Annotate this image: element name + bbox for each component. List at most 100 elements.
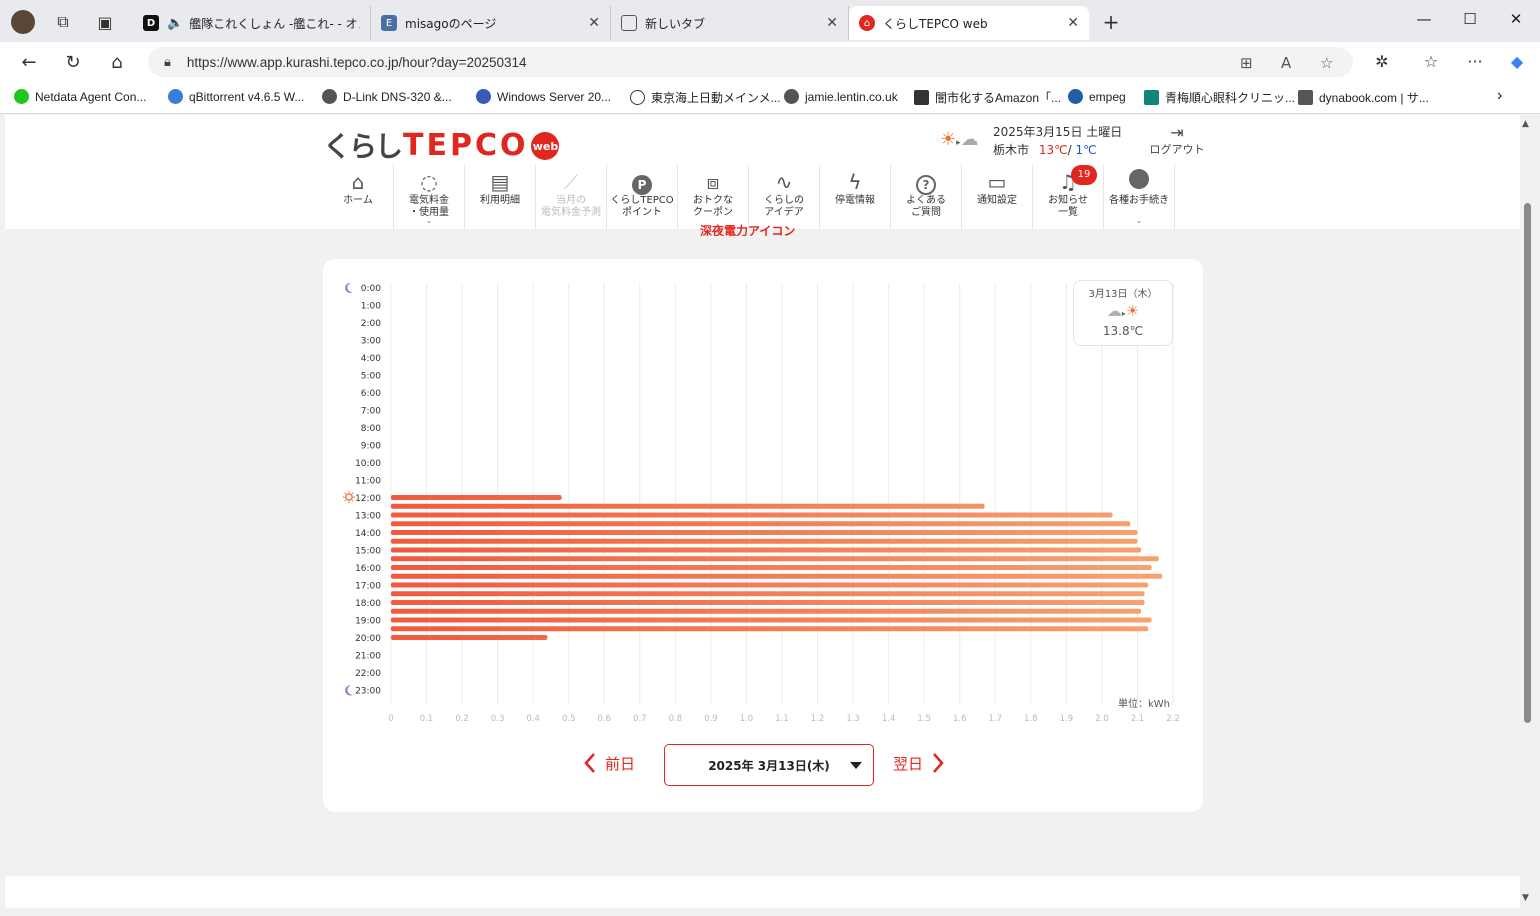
nav-item-user[interactable]: 各種お手続き ⌄ (1104, 165, 1175, 229)
usage-bar[interactable] (391, 608, 1142, 614)
page-scrollbar[interactable]: ▲ ▼ (1520, 115, 1534, 908)
read-aloud-icon[interactable]: A (1281, 54, 1291, 72)
global-nav: ⌂ ホーム ◌ 電気料金 ・使用量 ⌄ ▤ 利用明細 ⟋ 当月の 電気料金予測 P くらしTEPCO ポイ… (323, 165, 1175, 229)
usage-bar[interactable] (391, 503, 985, 509)
y-tick-label: 13:00 (355, 512, 381, 522)
tab-bar: ⧉ ▣ D 🔈 艦隊これくしょん -艦これ- - オン E misagoのページ… (0, 0, 1540, 42)
bookmark-item[interactable]: Netdata Agent Con... (14, 89, 146, 104)
bookmark-item[interactable]: 闇市化するAmazon「... (914, 89, 1061, 106)
speaker-icon[interactable]: 🔈 (167, 16, 183, 31)
nav-item-bell[interactable]: ♫ お知らせ 一覧 19 (1033, 165, 1104, 229)
nav-item-lightbulb[interactable]: ◌ 電気料金 ・使用量 ⌄ (394, 165, 465, 229)
nav-item-idea[interactable]: ∿ くらしの アイデア (749, 165, 820, 229)
nav-item-point[interactable]: P くらしTEPCO ポイント (607, 165, 678, 229)
address-bar[interactable]: 🔒︎ https://www.app.kurashi.tepco.co.jp/h… (148, 47, 1353, 77)
tab-kurashi-tepco[interactable]: ⌂ くらしTEPCO web ✕ (849, 6, 1089, 40)
x-tick-label: 0.9 (704, 714, 718, 724)
sun-icon (343, 491, 355, 503)
reload-icon[interactable]: ↻ (58, 48, 88, 76)
lock-icon[interactable]: 🔒︎ (164, 55, 171, 70)
extensions-icon[interactable]: ✲ (1371, 52, 1393, 71)
bookmark-item[interactable]: empeg (1068, 89, 1126, 104)
nav-label-line2: アイデア (764, 207, 804, 218)
close-icon[interactable]: ✕ (588, 15, 600, 31)
window-close-icon[interactable]: ✕ (1503, 10, 1529, 32)
usage-bar[interactable] (391, 538, 1138, 544)
usage-bar[interactable] (391, 600, 1145, 605)
nav-item-question[interactable]: ? よくある ご質問 (891, 165, 962, 229)
usage-bar[interactable] (391, 635, 548, 640)
close-icon[interactable]: ✕ (826, 15, 838, 31)
home-browser-icon[interactable]: ⌂ (102, 48, 132, 76)
logout-button[interactable]: ⇥ ログアウト (1147, 123, 1207, 157)
minimize-icon[interactable]: — (1411, 10, 1437, 32)
y-tick-label: 18:00 (355, 599, 381, 609)
bookmark-item[interactable]: D-Link DNS-320 &... (322, 89, 452, 104)
caret-down-icon (850, 762, 862, 769)
cloud-icon: ☁ (1106, 302, 1122, 320)
workspaces-icon[interactable]: ⧉ (49, 8, 77, 36)
nav-item-gift[interactable]: ⧈ おトクな クーポン (678, 165, 749, 229)
usage-bar[interactable] (391, 547, 1142, 553)
tab-kancolle[interactable]: D 🔈 艦隊これくしょん -艦これ- - オン (133, 6, 371, 40)
x-tick-label: 2.1 (1131, 714, 1145, 724)
nav-label: ホーム (343, 195, 373, 206)
scroll-down-icon[interactable]: ▼ (1522, 893, 1529, 903)
bookmarks-overflow-icon[interactable]: › (1497, 87, 1502, 105)
favorite-star-icon[interactable]: ☆ (1320, 54, 1333, 72)
question-icon: ? (891, 169, 961, 195)
day-weather-box: 3月13日（木） ☁▸☀ 13.8℃ (1073, 280, 1173, 346)
next-day-label: 翌日 (893, 754, 924, 773)
nav-item-chat[interactable]: ▭ 通知設定 (962, 165, 1033, 229)
nav-label-line2: ポイント (622, 207, 662, 218)
chevron-down-icon: ⌄ (425, 216, 433, 226)
maximize-icon[interactable]: ☐ (1457, 10, 1483, 32)
usage-bar[interactable] (391, 521, 1131, 527)
bookmark-item[interactable]: dynabook.com | サ... (1298, 89, 1429, 106)
more-icon[interactable]: ··· (1464, 52, 1486, 71)
date-select[interactable]: 2025年 3月13日(木) (664, 744, 874, 786)
new-tab-plus-icon[interactable]: + (1097, 8, 1125, 36)
bookmark-icon (168, 89, 183, 104)
usage-bar[interactable] (391, 512, 1113, 518)
x-tick-label: 1.2 (811, 714, 825, 724)
usage-bar[interactable] (391, 530, 1138, 535)
kurashi-tepco-logo[interactable]: くらし TEPCO web (323, 125, 560, 165)
usage-bar[interactable] (391, 591, 1145, 597)
tab-misago[interactable]: E misagoのページ ✕ (371, 6, 611, 40)
bookmark-item[interactable]: 青梅順心眼科クリニッ... (1144, 89, 1295, 106)
bookmark-item[interactable]: 東京海上日動メインメ... (630, 89, 781, 106)
usage-bar[interactable] (391, 556, 1159, 562)
scroll-thumb[interactable] (1524, 203, 1531, 723)
url-text[interactable]: https://www.app.kurashi.tepco.co.jp/hour… (187, 55, 527, 70)
copilot-icon[interactable]: ◆ (1506, 52, 1528, 71)
nav-item-home[interactable]: ⌂ ホーム (323, 165, 394, 229)
bookmark-item[interactable]: qBittorrent v4.6.5 W... (168, 89, 304, 104)
point-icon-glyph: P (632, 175, 652, 195)
usage-bar[interactable] (391, 573, 1163, 579)
y-tick-label: 16:00 (355, 564, 381, 574)
close-icon[interactable]: ✕ (1067, 15, 1079, 31)
nav-item-lightning[interactable]: ϟ 停電情報 (820, 165, 891, 229)
usage-bar[interactable] (391, 626, 1149, 632)
prev-day-button[interactable]: 前日 (583, 752, 635, 774)
tab-new[interactable]: 新しいタブ ✕ (611, 6, 849, 40)
logo-web-badge: web (531, 132, 560, 160)
bookmark-item[interactable]: Windows Server 20... (476, 89, 611, 104)
nav-item-document[interactable]: ▤ 利用明細 (465, 165, 536, 229)
profile-avatar[interactable] (9, 8, 37, 36)
usage-bar[interactable] (391, 495, 562, 500)
next-day-button[interactable]: 翌日 (893, 752, 945, 774)
favorites-icon[interactable]: ☆ (1420, 52, 1442, 71)
bookmark-icon (914, 90, 929, 105)
bookmark-item[interactable]: jamie.lentin.co.uk (784, 89, 898, 104)
tab-actions-icon[interactable]: ▣ (91, 8, 119, 36)
back-icon[interactable]: ← (14, 48, 44, 76)
y-tick-label: 17:00 (355, 582, 381, 592)
usage-bar[interactable] (391, 565, 1152, 570)
usage-bar[interactable] (391, 617, 1152, 623)
scroll-up-icon[interactable]: ▲ (1522, 119, 1529, 129)
x-tick-label: 0.5 (562, 714, 576, 724)
app-available-icon[interactable]: ⊞ (1240, 54, 1253, 72)
usage-bar[interactable] (391, 582, 1149, 588)
